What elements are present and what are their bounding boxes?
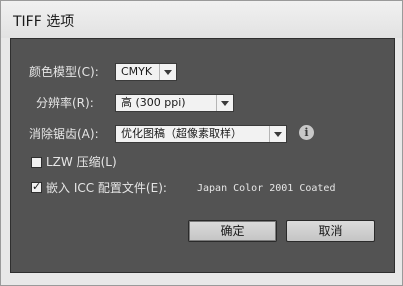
ok-button[interactable]: 确定	[188, 220, 277, 242]
options-panel: 颜色模型(C): CMYK 分辨率(R): 高 (300 ppi) 消除锯齿(A…	[10, 38, 395, 273]
anti-alias-value: 优化图稿（超像素取样）	[121, 127, 242, 140]
color-model-dropdown[interactable]: CMYK	[115, 63, 177, 81]
chevron-down-icon	[216, 95, 233, 111]
icc-checkbox[interactable]: ✓	[31, 180, 42, 193]
info-icon[interactable]: i	[299, 125, 314, 140]
anti-alias-dropdown[interactable]: 优化图稿（超像素取样）	[115, 125, 287, 143]
color-model-label: 颜色模型(C):	[29, 65, 99, 79]
chevron-down-icon	[159, 64, 176, 80]
icc-profile-name: Japan Color 2001 Coated	[197, 183, 336, 194]
chevron-down-icon	[269, 126, 286, 142]
color-model-value: CMYK	[121, 65, 153, 78]
resolution-dropdown[interactable]: 高 (300 ppi)	[115, 94, 234, 112]
resolution-value: 高 (300 ppi)	[121, 96, 186, 109]
anti-alias-label: 消除锯齿(A):	[29, 127, 99, 141]
dialog-title: TIFF 选项	[13, 14, 75, 30]
tiff-options-dialog: TIFF 选项 颜色模型(C): CMYK 分辨率(R): 高 (300 ppi…	[0, 0, 403, 286]
lzw-label: LZW 压缩(L)	[46, 155, 117, 169]
icc-label: 嵌入 ICC 配置文件(E):	[46, 181, 167, 195]
cancel-button[interactable]: 取消	[286, 220, 375, 242]
title-bar: TIFF 选项	[1, 1, 402, 38]
checkmark-icon: ✓	[32, 180, 42, 193]
lzw-checkbox[interactable]	[31, 157, 42, 168]
resolution-label: 分辨率(R):	[36, 96, 94, 110]
